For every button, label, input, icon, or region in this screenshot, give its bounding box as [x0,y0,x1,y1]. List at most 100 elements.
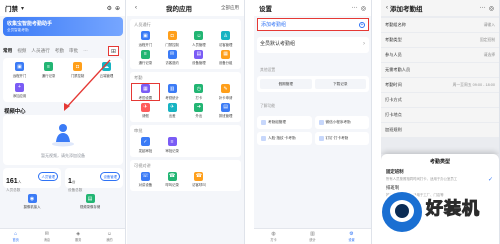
app-item[interactable]: ✈ 请假 [132,102,159,118]
storage-icon: ▤ [85,194,95,203]
sheet-title: 考勤类型 [429,159,450,165]
add-icon[interactable]: ⊕ [115,5,120,12]
visitor-icon: ♙ [221,31,231,40]
option-fixed[interactable]: 固定班制 所有人员按照相同时间打卡，适用于办公室员工 [386,169,494,181]
device-unit: 台 [71,180,76,184]
group-title: 人员通行 [134,22,151,27]
app-item[interactable]: ▥ 考勤统计 [159,84,186,100]
tool-item[interactable]: 考勤组管理 [257,116,312,129]
app-add[interactable]: + 添加应用 [5,82,34,98]
intercom-icon: ☏ [140,171,150,181]
lock-icon: ◘ [167,31,177,40]
people-manage-button[interactable]: 人员管理 [38,172,58,181]
tool-item[interactable]: 微信小程序考勤 [314,116,369,129]
app-item[interactable]: ◷ 打卡 [186,84,213,100]
video-storage[interactable]: ▤ 视频录像存储 [70,194,110,209]
promo-banner[interactable]: 收集宝智能考勤助手 全员智能考勤 [3,17,123,36]
app-item[interactable]: ▦ 设备分组 [212,49,239,65]
settings-screen: 设置 ··· ◎ 添加考勤组 + 全员默认考勤组 › 其他设置 假期管理 下载记… [254,0,372,244]
app-item[interactable]: ✎ 补卡申请 [212,84,239,100]
nav-settings[interactable]: ⚙ 设置 [332,229,371,244]
fix-icon: ✎ [221,84,231,93]
nav-clock-in[interactable]: ◍ 打卡 [254,229,293,244]
plus-icon: + [15,82,24,92]
app-item[interactable]: ▤ 排班管理 [212,102,239,118]
app-item[interactable]: ✈ 出差 [159,102,186,118]
my-apps-screen: ‹ 我的应用 全部应用 人员通行 ▣ 远程开门 ◘ 门禁控制 ☺ 人员管理 ♙ 访客管理… [127,0,245,244]
camera-access[interactable]: ◉ 摄像机接入 [12,194,52,209]
empty-person-icon [52,124,74,147]
add-attendance-group-button[interactable]: 添加考勤组 + [257,18,369,31]
download-records-button[interactable]: 下载记录 [314,79,366,89]
all-apps-link[interactable]: 全部应用 [221,5,239,11]
tools-title: 了解功能 [260,104,276,108]
chevron-down-icon[interactable]: ▾ [21,5,24,12]
record-icon: ≡ [140,49,150,59]
other-settings-card: 假期管理 下载记录 [257,76,369,92]
target-icon[interactable]: ◎ [361,5,366,12]
tool-item[interactable]: 人脸·指纹·卡考勤 [257,132,312,145]
tab-video[interactable]: 视频 [17,48,26,54]
app-item[interactable]: ➜ 外出 [186,102,213,118]
attendance-settings-app[interactable]: ▦ 考勤设置 [130,82,161,101]
app-cloud-manage[interactable]: ☁ 云端管理 [92,62,121,78]
video-center-title: 视频中心 [4,109,26,115]
app-item[interactable]: ☎ 呼叫记录 [159,171,186,187]
app-item[interactable]: ✉ 访客邀约 [159,49,186,65]
app-groups: 人员通行 ▣ 远程开门 ◘ 门禁控制 ☺ 人员管理 ♙ 访客管理 ≡ 通行记录 ✉ 访客邀约… [127,16,244,191]
tab-common[interactable]: 常用 [3,48,12,54]
chevron-right-icon: › [363,41,365,47]
app-item[interactable]: ☎ 访客呼叫 [186,171,213,187]
app-item[interactable]: ✓ 发起审批 [132,137,159,153]
nav-messages[interactable]: ✉ 消息 [31,229,62,244]
group-title: 考勤 [134,75,143,80]
sheet-overlay[interactable] [381,0,499,154]
add-attendance-group-label: 添加考勤组 [261,22,287,28]
more-icon[interactable]: ··· [352,5,358,11]
tab-more[interactable]: ··· [83,48,88,54]
watermark-logo: 好装机 [378,188,498,242]
bottom-nav: ⌂ 首页 ✉ 消息 ◈ 服务 ☺ 我的 [0,228,125,244]
nav-stats[interactable]: ▥ 统计 [293,229,332,244]
app-item[interactable]: ≡ 审批记录 [159,137,186,153]
holiday-manage-button[interactable]: 假期管理 [260,79,312,89]
nav-me[interactable]: ☺ 我的 [94,229,125,244]
tool-item[interactable]: 钉钉·打卡考勤 [314,132,369,145]
group-access: 人员通行 ▣ 远程开门 ◘ 门禁控制 ☺ 人员管理 ♙ 访客管理 ≡ 通行记录 ✉ 访客邀约… [130,19,241,69]
people-caption: 人员总数 [6,188,21,192]
trip-icon: ✈ [167,102,177,112]
app-item[interactable]: ♙ 访客管理 [212,31,239,47]
app-access-records[interactable]: ≡ 通行记录 [34,62,63,78]
call-icon: ☎ [167,171,177,181]
tab-approval[interactable]: 审批 [69,48,78,54]
app-item[interactable]: ☺ 人员管理 [186,31,213,47]
default-group-item[interactable]: 全员默认考勤组 › [257,37,369,53]
settings-header: 设置 ··· ◎ [254,0,371,16]
app-item[interactable]: ▤ 设备管理 [186,49,213,65]
plus-circle-icon: + [359,21,365,28]
app-remote-open[interactable]: ▣ 远程开门 [5,62,34,78]
default-group-label: 全员默认考勤组 [260,41,296,47]
tab-access[interactable]: 人员通行 [31,48,49,54]
nav-service[interactable]: ◈ 服务 [63,229,94,244]
settings-icon[interactable]: ⚙ [107,5,112,12]
attendance-bottom-nav: ◍ 打卡 ▥ 统计 ⚙ 设置 [254,228,371,244]
device-stat[interactable]: 1台 设备总数 设备管理 [65,168,123,192]
device-manage-button[interactable]: 设备管理 [100,172,120,181]
app-door-control[interactable]: ◘ 门禁控制 [63,62,92,78]
tab-attendance[interactable]: 考勤 [55,48,64,54]
app-item[interactable]: ▣ 远程开门 [132,31,159,47]
approve-icon: ✓ [140,137,150,146]
app-item[interactable]: ☏ 对讲设备 [132,171,159,187]
app-item[interactable]: ≡ 通行记录 [132,49,159,65]
lock-icon: ◘ [73,62,82,71]
nav-home[interactable]: ⌂ 首页 [0,229,31,244]
home-screen: 门禁 ▾ ⚙ ⊕ 收集宝智能考勤助手 全员智能考勤 常用 视频 人员通行 考勤 … [0,0,126,244]
people-stat[interactable]: 161人 人员总数 人员管理 [3,168,61,192]
all-apps-grid-button[interactable]: ⊞ [108,46,119,56]
org-title[interactable]: 门禁 [5,3,18,13]
feature-icon [261,136,266,141]
app-item[interactable]: ◘ 门禁控制 [159,31,186,47]
camera-icon: ◉ [27,194,37,203]
device-caption: 设备总数 [68,188,83,192]
